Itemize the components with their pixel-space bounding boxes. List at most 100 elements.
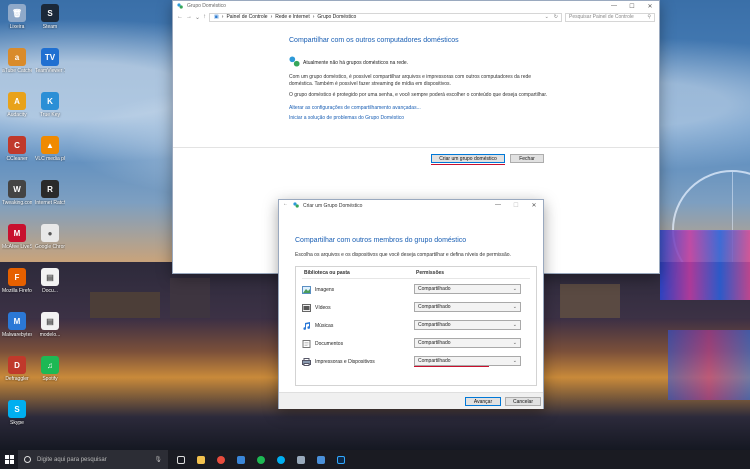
desktop-shortcut[interactable]: C CCleaner bbox=[2, 136, 32, 162]
desktop-shortcut[interactable]: K True Key bbox=[35, 92, 65, 118]
back-arrow-icon[interactable]: ← bbox=[177, 14, 183, 20]
printer-icon bbox=[302, 358, 311, 366]
refresh-icon[interactable]: ↻ bbox=[554, 14, 558, 20]
desktop-shortcut-label: CCleaner bbox=[6, 156, 28, 162]
windows-logo-icon bbox=[4, 455, 14, 464]
spotify-taskbar-icon[interactable] bbox=[254, 450, 268, 469]
desktop-shortcut-label: Skype bbox=[10, 420, 24, 426]
homegroup-titlebar[interactable]: Grupo Doméstico — ☐ ✕ bbox=[173, 1, 659, 11]
start-button[interactable] bbox=[0, 450, 18, 469]
breadcrumb-item-rede[interactable]: Rede e Internet bbox=[275, 14, 309, 20]
desktop-shortcut[interactable]: W Tweaking.com bbox=[2, 180, 32, 206]
skype-icon: S bbox=[8, 400, 26, 418]
dialog-titlebar[interactable]: ← Criar um Grupo Doméstico — ☐ ✕ bbox=[279, 200, 543, 211]
skype-taskbar-icon[interactable] bbox=[274, 450, 288, 469]
description-1: Com um grupo doméstico, é possível compa… bbox=[289, 74, 532, 87]
photoshop-taskbar-icon[interactable] bbox=[334, 450, 348, 469]
desktop-shortcut-label: McAfee LiveSafe bbox=[2, 244, 32, 250]
library-name-musicas: Músicas bbox=[315, 323, 334, 329]
header-divider bbox=[302, 278, 530, 279]
breadcrumb[interactable]: ▣ › Painel de Controle › Rede e Internet… bbox=[209, 12, 562, 22]
address-bar-row: ← → ⌄ ↑ ▣ › Painel de Controle › Rede e … bbox=[173, 11, 659, 23]
advanced-sharing-link[interactable]: Alterar as configurações de compartilham… bbox=[289, 105, 569, 111]
permission-select-impressoras[interactable]: Compartilhado ⌄ bbox=[414, 356, 521, 366]
library-name-impressoras: Impressoras e Dispositivos bbox=[315, 359, 375, 365]
task-view-icon[interactable] bbox=[174, 450, 188, 469]
desktop-shortcut[interactable]: ▤ modelo... bbox=[35, 312, 65, 338]
defraggler-icon: D bbox=[8, 356, 26, 374]
recent-chevron-icon[interactable]: ⌄ bbox=[195, 14, 200, 21]
table-row: Vídeos Compartilhado ⌄ bbox=[296, 299, 536, 317]
desktop-shortcut[interactable]: ♫ Spotify bbox=[35, 356, 65, 382]
microphone-icon[interactable]: 🎙 bbox=[154, 456, 162, 463]
homegroup-heading: Compartilhar com os outros computadores … bbox=[289, 37, 459, 44]
troubleshoot-link[interactable]: Iniciar a solução de problemas do Grupo … bbox=[289, 115, 569, 121]
up-arrow-icon[interactable]: ↑ bbox=[203, 14, 206, 20]
address-dropdown-icon[interactable]: ⌄ bbox=[545, 14, 549, 20]
dialog-back-icon[interactable]: ← bbox=[283, 201, 288, 207]
forward-arrow-icon[interactable]: → bbox=[186, 14, 192, 20]
malwarebytes-icon: M bbox=[8, 312, 26, 330]
close-icon[interactable]: ✕ bbox=[525, 200, 543, 210]
desktop-shortcut[interactable]: S Steam bbox=[35, 4, 65, 30]
desktop-shortcut[interactable]: ▲ VLC media player bbox=[35, 136, 65, 162]
minimize-icon[interactable]: — bbox=[489, 200, 507, 210]
breadcrumb-item-painel[interactable]: Painel de Controle bbox=[226, 14, 267, 20]
desktop-shortcut[interactable]: ● Google Chrome bbox=[35, 224, 65, 250]
videos-icon bbox=[302, 304, 311, 312]
create-homegroup-button[interactable]: Criar um grupo doméstico bbox=[431, 154, 505, 163]
create-button-highlight bbox=[431, 164, 505, 165]
lixeira-icon: 🗑 bbox=[8, 4, 26, 22]
desktop-shortcut-label: Spotify bbox=[42, 376, 58, 382]
desktop-shortcut[interactable]: A Audacity bbox=[2, 92, 32, 118]
close-button[interactable]: Fechar bbox=[510, 154, 544, 163]
permission-select-documentos[interactable]: Compartilhado ⌄ bbox=[414, 338, 521, 348]
true-key-icon: K bbox=[41, 92, 59, 110]
next-button[interactable]: Avançar bbox=[465, 397, 501, 406]
taskbar-search-box[interactable]: Digite aqui para pesquisar 🎙 bbox=[18, 450, 168, 469]
search-icon: ⚲ bbox=[647, 14, 651, 20]
dialog-footer: Avançar Cancelar bbox=[279, 392, 543, 409]
desktop-shortcut[interactable]: M McAfee LiveSafe bbox=[2, 224, 32, 250]
permission-select-musicas[interactable]: Compartilhado ⌄ bbox=[414, 320, 521, 330]
desktop-shortcut-label: modelo... bbox=[39, 332, 61, 338]
library-name-videos: Vídeos bbox=[315, 305, 331, 311]
permission-value: Compartilhado bbox=[418, 304, 451, 310]
table-row: Imagens Compartilhado ⌄ bbox=[296, 281, 536, 299]
desktop-shortcut[interactable]: F Mozilla Firefox bbox=[2, 268, 32, 294]
control-panel-taskbar-icon[interactable] bbox=[314, 450, 328, 469]
breadcrumb-item-grupo[interactable]: Grupo Doméstico bbox=[317, 14, 356, 20]
chrome-taskbar-icon[interactable] bbox=[214, 450, 228, 469]
maximize-icon[interactable]: ☐ bbox=[507, 200, 525, 210]
settings-taskbar-icon[interactable] bbox=[294, 450, 308, 469]
mcafee-icon: M bbox=[8, 224, 26, 242]
desktop-shortcut-label: Google Chrome bbox=[35, 244, 65, 250]
cancel-button[interactable]: Cancelar bbox=[505, 397, 541, 406]
breadcrumb-sep-icon: › bbox=[312, 14, 315, 20]
maximize-icon[interactable]: ☐ bbox=[623, 1, 641, 11]
desktop-shortcut[interactable]: 🗑 Lixeira bbox=[2, 4, 32, 30]
desktop-shortcut[interactable]: D Defraggler bbox=[2, 356, 32, 382]
desktop-shortcut-label: Mozilla Firefox bbox=[2, 288, 32, 294]
desktop-shortcut[interactable]: M Malwarebytes bbox=[2, 312, 32, 338]
file-explorer-taskbar-icon[interactable] bbox=[194, 450, 208, 469]
homegroup-caption-buttons: — ☐ ✕ bbox=[605, 1, 659, 11]
permission-select-videos[interactable]: Compartilhado ⌄ bbox=[414, 302, 521, 312]
chevron-down-icon: ⌄ bbox=[512, 286, 517, 292]
desktop-shortcut[interactable]: R Internet Ratchet bbox=[35, 180, 65, 206]
desktop-shortcut[interactable]: S Skype bbox=[2, 400, 32, 426]
document-icon-1: ▤ bbox=[41, 268, 59, 286]
close-icon[interactable]: ✕ bbox=[641, 1, 659, 11]
table-row: Documentos Compartilhado ⌄ bbox=[296, 335, 536, 353]
desktop-shortcut[interactable]: TV TeamViewer 11 bbox=[35, 48, 65, 74]
desktop-shortcut-label: TeamViewer 11 bbox=[35, 68, 65, 74]
firefox-icon: F bbox=[8, 268, 26, 286]
desktop-shortcut[interactable]: a aTube Catcher bbox=[2, 48, 32, 74]
store-taskbar-icon[interactable] bbox=[234, 450, 248, 469]
permission-select-imagens[interactable]: Compartilhado ⌄ bbox=[414, 284, 521, 294]
vlc-icon: ▲ bbox=[41, 136, 59, 154]
minimize-icon[interactable]: — bbox=[605, 1, 623, 11]
control-panel-search-input[interactable]: Pesquisar Painel de Controle ⚲ bbox=[565, 12, 655, 22]
modelo-icon: ▤ bbox=[41, 312, 59, 330]
desktop-shortcut[interactable]: ▤ Docu... bbox=[35, 268, 65, 294]
